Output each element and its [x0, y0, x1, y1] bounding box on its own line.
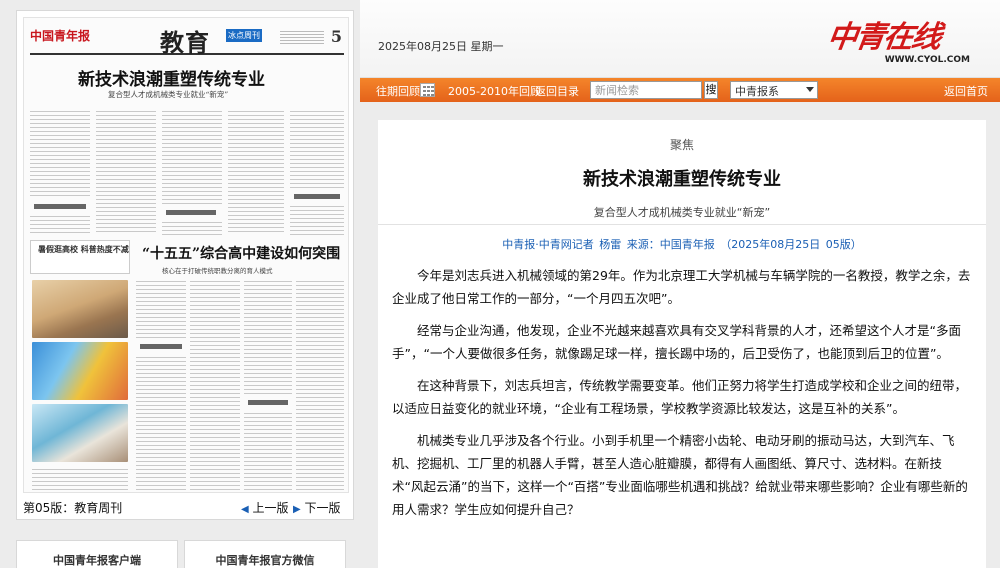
newspaper-text-column — [136, 354, 186, 490]
header-date: 2025年08月25日 星期一 — [378, 40, 504, 53]
newspaper-subheading — [294, 194, 340, 199]
newspaper-text-column — [296, 278, 344, 490]
article-kicker: 聚焦 — [669, 138, 694, 152]
page-label: 第05版：教育周刊 — [23, 501, 123, 515]
article-title: 新技术浪潮重塑传统专业 — [583, 169, 781, 190]
newspaper-section-tag: 冰点周刊 — [226, 29, 262, 42]
toolbar: 往期回顾 2005-2010年回顾 返回目录 搜 中青报系 返回首页 — [360, 78, 1000, 102]
paper-select-value: 中青报系 — [735, 85, 779, 98]
app-links: 中国青年报客户端 中国青年报官方微信 — [16, 540, 354, 568]
newspaper-subhead-1: 复合型人才成机械类专业就业“新宠” — [108, 90, 229, 99]
newspaper-text-column — [30, 213, 90, 235]
article: 聚焦 新技术浪潮重塑传统专业 复合型人才成机械类专业就业“新宠” 中青报·中青网… — [378, 120, 986, 568]
divider — [378, 224, 986, 225]
article-paragraph: 机械类专业几乎涉及各个行业。小到手机里一个精密小齿轮、电动牙刷的振动马达，大到汽… — [392, 433, 968, 517]
prev-page-label: 上一版 — [252, 501, 289, 515]
calendar-grid-icon[interactable] — [420, 83, 435, 97]
paper-select[interactable]: 中青报系 — [730, 81, 818, 99]
newspaper-page-image[interactable]: 中国青年报 教育 冰点周刊 5 新技术浪潮重塑传统专业 复合型人才成机械类专业就… — [23, 17, 349, 493]
newspaper-text-column — [30, 108, 90, 198]
newspaper-page-number: 5 — [330, 27, 342, 46]
newspaper-photo — [32, 342, 128, 400]
article-subtitle: 复合型人才成机械类专业就业“新宠” — [593, 206, 771, 219]
newspaper-headline-1[interactable]: 新技术浪潮重塑传统专业 — [78, 65, 265, 90]
next-page-label: 下一版 — [304, 501, 341, 515]
newspaper-masthead-info — [280, 29, 324, 45]
newspaper-subheading — [166, 210, 216, 215]
chevron-down-icon — [806, 87, 814, 92]
newspaper-text-column — [162, 219, 222, 235]
newspaper-text-column — [96, 108, 156, 235]
newspaper-subheading — [34, 204, 86, 209]
newspaper-text-column — [162, 108, 222, 204]
site-logo[interactable]: 中青在线 — [825, 12, 943, 56]
article-paragraph: 在这种背景下，刘志兵坦言，传统教学需要变革。他们正努力将学生打造成学校和企业之间… — [392, 378, 968, 416]
newspaper-panel: 中国青年报 教育 冰点周刊 5 新技术浪潮重塑传统专业 复合型人才成机械类专业就… — [16, 10, 354, 520]
client-app-link[interactable]: 中国青年报客户端 — [16, 540, 178, 568]
article-paragraph: 今年是刘志兵进入机械领域的第29年。作为北京理工大学机械与车辆学院的一名教授，教… — [392, 268, 971, 306]
newspaper-photo-caption — [32, 466, 128, 490]
newspaper-photo — [32, 280, 128, 338]
past-review-link[interactable]: 往期回顾 — [376, 83, 420, 99]
newspaper-text-column — [136, 278, 186, 338]
newspaper-section-title: 教育 — [160, 28, 210, 57]
newspaper-text-column — [190, 278, 240, 490]
article-body: 今年是刘志兵进入机械领域的第29年。作为北京理工大学机械与车辆学院的一名教授，教… — [392, 264, 972, 530]
search-button[interactable]: 搜 — [704, 81, 718, 99]
newspaper-text-column — [228, 108, 284, 235]
newspaper-headline-2[interactable]: “十五五”综合高中建设如何突围 — [142, 243, 340, 263]
newspaper-masthead: 中国青年报 教育 冰点周刊 5 — [30, 23, 344, 57]
arrow-right-icon: ▶ — [293, 504, 301, 515]
newspaper-text-column — [244, 410, 292, 490]
prev-page-button[interactable]: ◀ 上一版 — [241, 499, 289, 516]
back-home-link[interactable]: 返回首页 — [944, 83, 988, 99]
newspaper-logo: 中国青年报 — [30, 29, 91, 43]
newspaper-text-column — [244, 278, 292, 394]
search-input[interactable] — [590, 81, 702, 99]
back-to-index-link[interactable]: 返回目录 — [535, 83, 579, 99]
newspaper-subhead-2: 核心在于打破传统职教分离的育人模式 — [162, 267, 273, 275]
newspaper-text-column — [290, 108, 344, 188]
newspaper-text-column — [290, 203, 344, 235]
site-header: 2025年08月25日 星期一 中青在线 WWW.CYOL.COM — [360, 0, 1000, 78]
newspaper-subheading — [140, 344, 182, 349]
wechat-link[interactable]: 中国青年报官方微信 — [184, 540, 346, 568]
next-page-button[interactable]: ▶ 下一版 — [293, 499, 341, 516]
archive-link[interactable]: 2005-2010年回顾 — [448, 83, 541, 99]
newspaper-sidebar-title: 暑假逛高校 科普热度不减 — [38, 244, 129, 254]
page-navigation: 第05版：教育周刊 ◀ 上一版 ▶ 下一版 — [17, 497, 355, 519]
article-paragraph: 经常与企业沟通，他发现，企业不光越来越喜欢具有交叉学科背景的人才，还希望这个人才… — [392, 323, 961, 361]
article-byline: 中青报·中青网记者 杨雷 来源：中国青年报 （2025年08月25日 05版） — [502, 238, 862, 251]
newspaper-photo — [32, 404, 128, 462]
newspaper-subheading — [248, 400, 288, 405]
arrow-left-icon: ◀ — [241, 504, 249, 515]
site-url: WWW.CYOL.COM — [884, 55, 970, 65]
